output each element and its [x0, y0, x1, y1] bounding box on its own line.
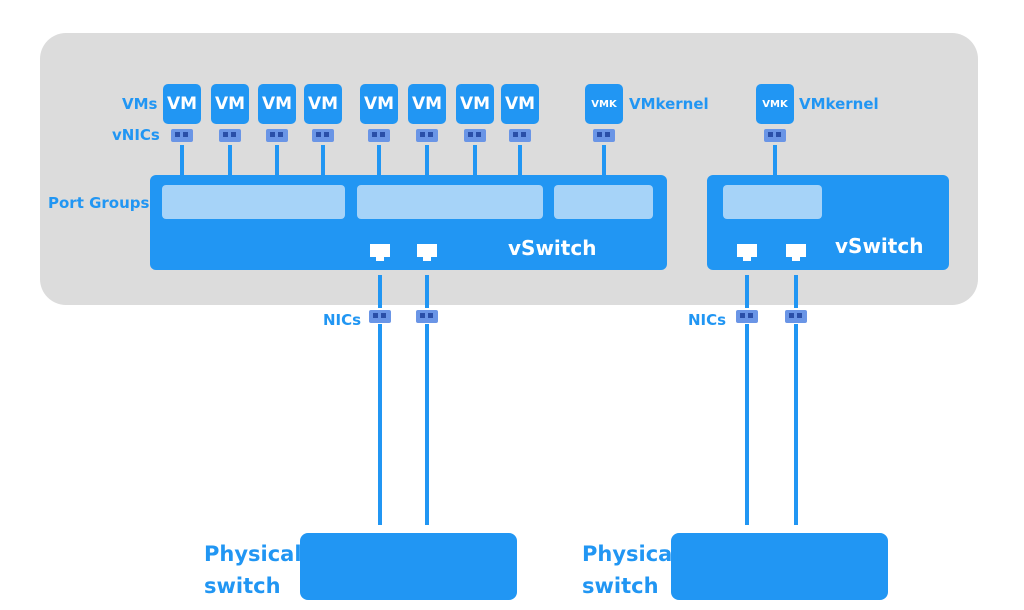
- vm-box: VM: [211, 84, 249, 124]
- physical-nic-icon: [416, 310, 438, 323]
- vnic-link: [518, 145, 522, 175]
- port-groups-label: Port Groups: [48, 194, 150, 212]
- vnics-label: vNICs: [112, 126, 160, 144]
- vm-box: VM: [258, 84, 296, 124]
- physical-switch-label-1-line2: switch: [204, 574, 281, 598]
- vmkernel-label-2: VMkernel: [799, 95, 879, 113]
- nics-label-2: NICs: [688, 311, 727, 329]
- vm-box: VM: [163, 84, 201, 124]
- uplink-line: [794, 275, 798, 308]
- vnic-icon: [764, 129, 786, 142]
- physical-switch-label-1-line1: Physical: [204, 542, 302, 566]
- vnic-link: [377, 145, 381, 175]
- vmkernel-box: VMK: [585, 84, 623, 124]
- port-group-vmkernel-2: [723, 185, 822, 219]
- uplink-line: [425, 275, 429, 308]
- vnic-link: [473, 145, 477, 175]
- uplink-port-icon: [370, 244, 390, 261]
- vm-box: VM: [456, 84, 494, 124]
- vnic-icon: [368, 129, 390, 142]
- nics-label-1: NICs: [323, 311, 362, 329]
- vnic-icon: [266, 129, 288, 142]
- physical-link: [378, 324, 382, 525]
- uplink-port-icon: [737, 244, 757, 261]
- vswitch-label-1: vSwitch: [508, 236, 597, 260]
- uplink-port-icon: [417, 244, 437, 261]
- vnic-icon: [416, 129, 438, 142]
- vm-box: VM: [501, 84, 539, 124]
- vmkernel-label-1: VMkernel: [629, 95, 709, 113]
- physical-link: [794, 324, 798, 525]
- vnic-link: [275, 145, 279, 175]
- vnic-icon: [464, 129, 486, 142]
- uplink-line: [378, 275, 382, 308]
- physical-switch-2: [671, 533, 888, 600]
- vnic-link: [180, 145, 184, 175]
- physical-link: [745, 324, 749, 525]
- vnic-icon: [509, 129, 531, 142]
- vmkernel-box: VMK: [756, 84, 794, 124]
- vnic-link: [321, 145, 325, 175]
- physical-nic-icon: [736, 310, 758, 323]
- vswitch-label-2: vSwitch: [835, 234, 924, 258]
- physical-switch-label-2: Physical switch: [582, 538, 680, 602]
- vm-box: VM: [360, 84, 398, 124]
- physical-switch-label-1: Physical switch: [204, 538, 302, 602]
- vnic-link: [425, 145, 429, 175]
- physical-switch-label-2-line2: switch: [582, 574, 659, 598]
- physical-nic-icon: [369, 310, 391, 323]
- uplink-line: [745, 275, 749, 308]
- port-group-vmkernel-1: [554, 185, 653, 219]
- vmkernel-link: [602, 145, 606, 175]
- vmkernel-link: [773, 145, 777, 175]
- physical-link: [425, 324, 429, 525]
- vnic-link: [228, 145, 232, 175]
- uplink-port-icon: [786, 244, 806, 261]
- vnic-icon: [593, 129, 615, 142]
- vms-label: VMs: [122, 95, 158, 113]
- port-group-1: [162, 185, 345, 219]
- vnic-icon: [312, 129, 334, 142]
- physical-nic-icon: [785, 310, 807, 323]
- vnic-icon: [171, 129, 193, 142]
- vnic-icon: [219, 129, 241, 142]
- vm-box: VM: [408, 84, 446, 124]
- port-group-2: [357, 185, 543, 219]
- vm-box: VM: [304, 84, 342, 124]
- physical-switch-label-2-line1: Physical: [582, 542, 680, 566]
- physical-switch-1: [300, 533, 517, 600]
